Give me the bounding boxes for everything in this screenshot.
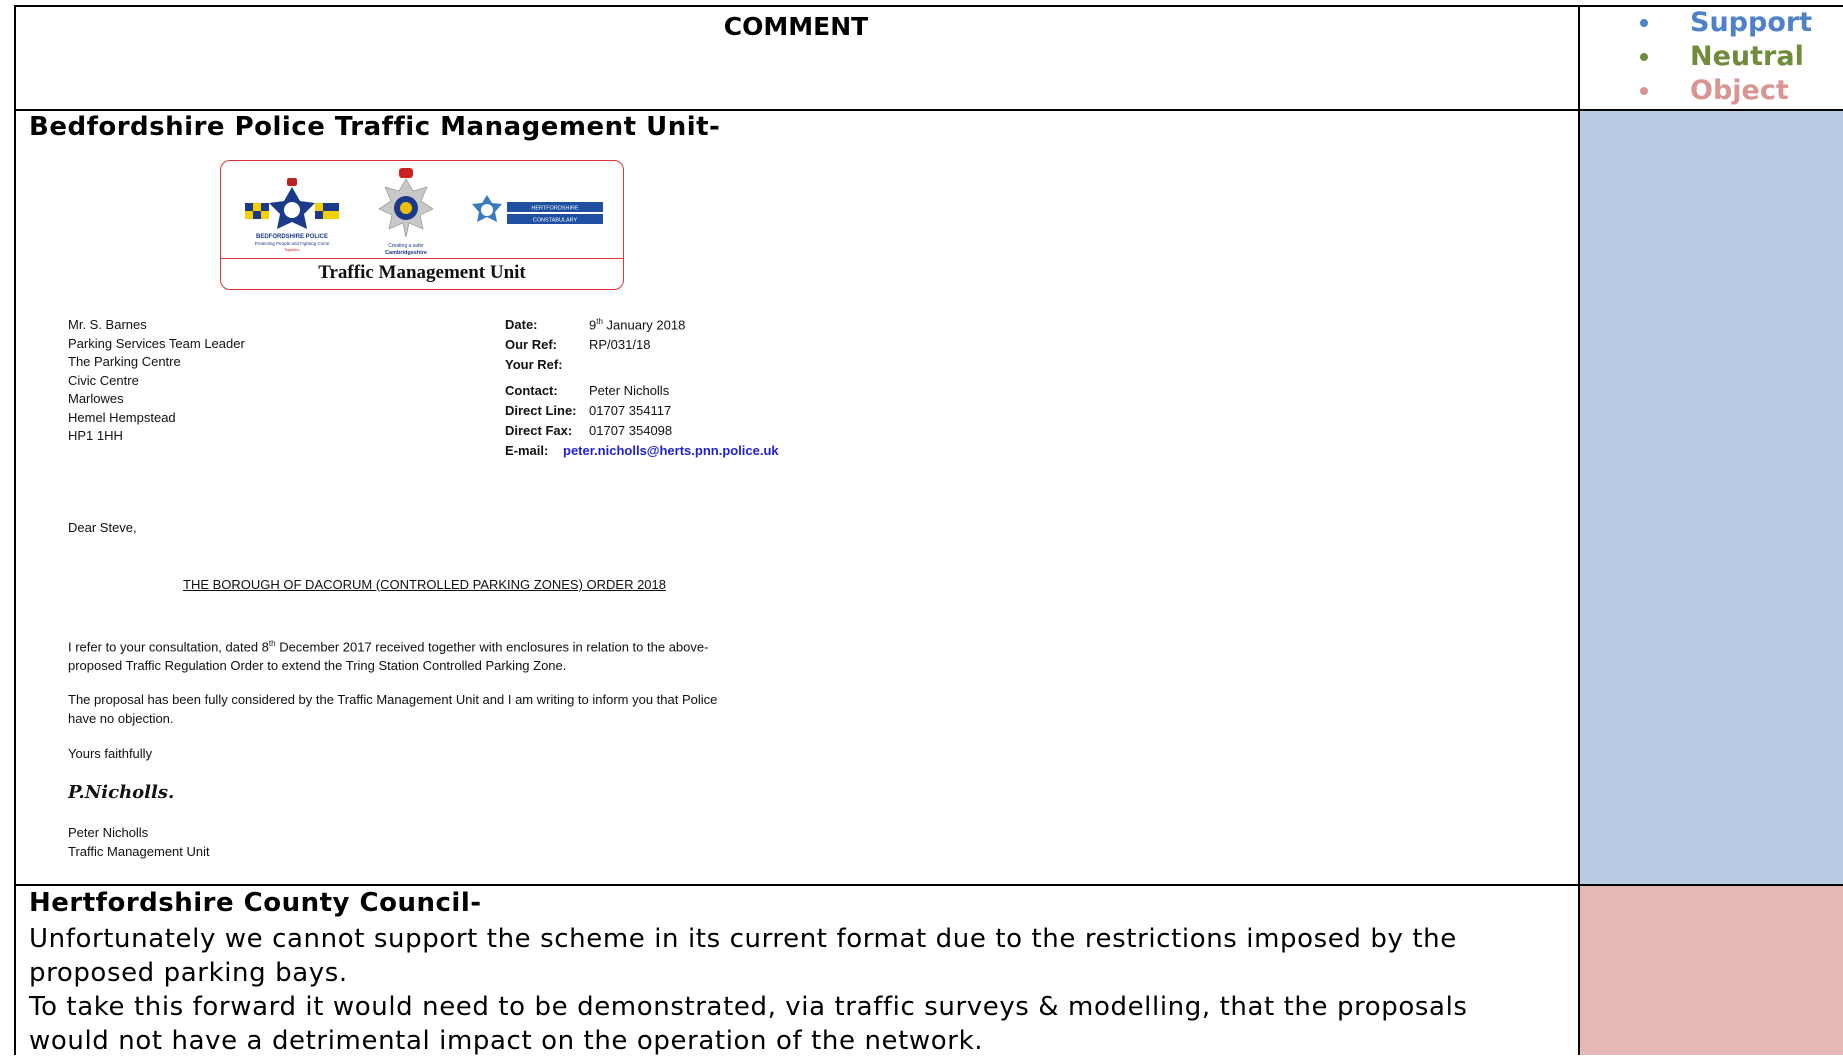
paragraph-2: The proposal has been fully considered b… bbox=[68, 690, 717, 728]
recipient-address: Mr. S. Barnes Parking Services Team Lead… bbox=[68, 316, 245, 446]
address-line: Mr. S. Barnes bbox=[68, 317, 147, 332]
address-line: The Parking Centre bbox=[68, 354, 181, 369]
embedded-letter: BEDFORDSHIRE POLICE Protecting People an… bbox=[30, 152, 820, 882]
logo-bedfordshire-label: BEDFORDSHIRE POLICE bbox=[256, 234, 328, 240]
row-divider-police bbox=[14, 884, 1843, 886]
comment-line: proposed parking bays. bbox=[29, 958, 348, 988]
letter-metadata: Date: 9th January 2018 Our Ref: RP/031/18 … bbox=[505, 312, 779, 461]
legend-label-neutral: Neutral bbox=[1690, 41, 1804, 72]
comment-line: would not have a detrimental impact on t… bbox=[29, 1026, 984, 1056]
meta-sup: th bbox=[596, 317, 603, 326]
meta-label: Your Ref: bbox=[505, 357, 563, 373]
status-cell-support bbox=[1580, 111, 1843, 884]
meta-label: Direct Fax: bbox=[505, 423, 573, 439]
comment-line: Unfortunately we cannot support the sche… bbox=[29, 924, 1457, 954]
legend-item-neutral: Neutral bbox=[1640, 40, 1812, 74]
email-link[interactable]: peter.nicholls@herts.pnn.police.uk bbox=[563, 443, 779, 458]
meta-contact: Contact: Peter Nicholls bbox=[505, 381, 779, 401]
police-logo-banner: BEDFORDSHIRE POLICE Protecting People an… bbox=[220, 160, 624, 290]
meta-label: Direct Line: bbox=[505, 403, 577, 419]
bullet-icon bbox=[1640, 53, 1648, 61]
paragraph-line: proposed Traffic Regulation Order to ext… bbox=[68, 658, 567, 674]
meta-value: Peter Nicholls bbox=[589, 383, 670, 399]
meta-value: 01707 354098 bbox=[589, 423, 673, 439]
legend-label-support: Support bbox=[1690, 7, 1813, 38]
cambridgeshire-police-logo: Creating a safer Cambridgeshire bbox=[378, 168, 434, 256]
meta-value: RP/031/18 bbox=[589, 337, 651, 353]
address-line: Hemel Hempstead bbox=[68, 409, 176, 425]
hcc-comment: Unfortunately we cannot support the sche… bbox=[29, 922, 1569, 1058]
bullet-icon bbox=[1640, 19, 1648, 27]
address-line: Parking Services Team Leader bbox=[68, 335, 245, 351]
logo-cambs-line1: Creating a safer bbox=[388, 243, 424, 249]
meta-value: 01707 354117 bbox=[589, 403, 672, 419]
legend-label-object: Object bbox=[1690, 75, 1789, 106]
signatory: Peter Nicholls Traffic Management Unit bbox=[68, 823, 210, 861]
hertfordshire-constabulary-logo: HERTFORDSHIRE CONSTABULARY bbox=[472, 195, 603, 224]
status-legend: Support Neutral Object bbox=[1640, 6, 1812, 108]
meta-label: Date: bbox=[505, 317, 538, 333]
handwritten-signature: P.Nicholls. bbox=[68, 782, 175, 803]
address-line: Marlowes bbox=[68, 391, 124, 406]
logo-bedfordshire-motto-2: Together bbox=[284, 247, 300, 252]
meta-email: E-mail: peter.nicholls@herts.pnn.police.u… bbox=[505, 441, 779, 461]
bullet-icon bbox=[1640, 87, 1648, 95]
meta-label: Our Ref: bbox=[505, 337, 557, 353]
salutation: Dear Steve, bbox=[68, 520, 137, 535]
meta-your-ref: Your Ref: bbox=[505, 355, 779, 375]
comment-column-header: COMMENT bbox=[723, 12, 869, 41]
text-run: I refer to your consultation, dated 8 bbox=[68, 639, 269, 655]
logo-caption: Traffic Management Unit bbox=[221, 258, 623, 287]
legend-item-object: Object bbox=[1640, 74, 1812, 108]
comment-line: To take this forward it would need to be… bbox=[29, 992, 1468, 1022]
order-title: THE BOROUGH OF DACORUM (CONTROLLED PARKI… bbox=[183, 577, 666, 592]
meta-direct-line: Direct Line: 01707 354117 bbox=[505, 401, 779, 421]
meta-label: E-mail: bbox=[505, 443, 549, 459]
paragraph-line: The proposal has been fully considered b… bbox=[68, 692, 718, 707]
paragraph-1: I refer to your consultation, dated 8th … bbox=[68, 634, 708, 675]
section-title-hcc: Hertfordshire County Council- bbox=[29, 888, 482, 918]
legend-item-support: Support bbox=[1640, 6, 1812, 40]
signatory-unit: Traffic Management Unit bbox=[68, 844, 210, 859]
signatory-name: Peter Nicholls bbox=[68, 825, 149, 840]
meta-date: Date: 9th January 2018 bbox=[505, 312, 779, 335]
logo-herts-line2: CONSTABULARY bbox=[533, 218, 578, 224]
meta-label: Contact: bbox=[505, 383, 558, 399]
meta-direct-fax: Direct Fax: 01707 354098 bbox=[505, 421, 779, 441]
address-line: Civic Centre bbox=[68, 372, 139, 388]
section-title-police: Bedfordshire Police Traffic Management U… bbox=[29, 112, 721, 142]
meta-our-ref: Our Ref: RP/031/18 bbox=[505, 335, 779, 355]
logo-bedfordshire-motto: Protecting People and Fighting Crime bbox=[255, 241, 330, 246]
table-left-border bbox=[14, 5, 16, 1055]
status-cell-object bbox=[1580, 886, 1843, 1055]
text-sup: th bbox=[268, 639, 276, 648]
text-run: December 2017 received together with enc… bbox=[275, 639, 709, 655]
logo-herts-line1: HERTFORDSHIRE bbox=[531, 206, 579, 212]
paragraph-line: have no objection. bbox=[68, 711, 174, 726]
meta-value: January 2018 bbox=[602, 317, 686, 333]
bedfordshire-police-logo: BEDFORDSHIRE POLICE Protecting People an… bbox=[245, 178, 339, 252]
closing: Yours faithfully bbox=[68, 746, 153, 761]
paragraph-line: I refer to your consultation, dated 8th … bbox=[68, 634, 708, 656]
address-line: HP1 1HH bbox=[68, 428, 123, 443]
logo-cambs-line2: Cambridgeshire bbox=[385, 250, 427, 256]
